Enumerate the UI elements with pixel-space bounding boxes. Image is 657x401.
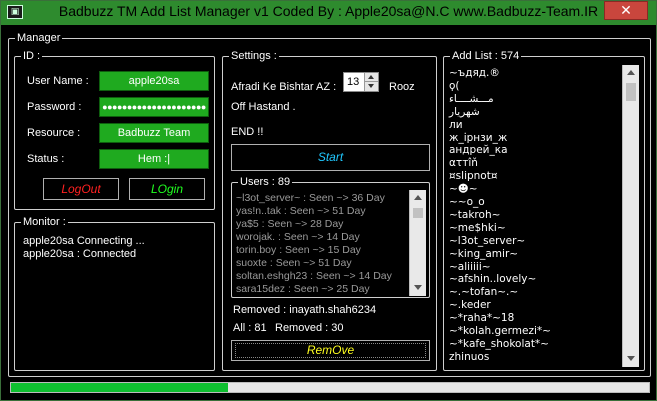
title-bar[interactable]: ▣ Badbuzz TM Add List Manager v1 Coded B…: [1, 1, 656, 25]
afradi-label: Afradi Ke Bishtar AZ :: [231, 81, 337, 93]
status-input[interactable]: Hem :|: [99, 149, 209, 169]
scroll-thumb[interactable]: [626, 83, 636, 101]
app-window: ▣ Badbuzz TM Add List Manager v1 Coded B…: [0, 0, 657, 401]
user-item[interactable]: ya$5 : Seen ~> 28 Day: [236, 218, 343, 230]
addlist-item[interactable]: ~☻~: [449, 183, 478, 195]
username-label: User Name :: [27, 75, 89, 87]
login-button[interactable]: LOgin: [129, 178, 205, 200]
addlist-item[interactable]: ~~o_o: [449, 196, 485, 208]
monitor-line: apple20sa Connecting ...: [23, 235, 145, 247]
addlist-item[interactable]: андрей_ка: [449, 144, 508, 156]
days-stepper[interactable]: 13: [343, 72, 379, 92]
addlist-item[interactable]: شهريار: [449, 106, 480, 118]
password-input[interactable]: ●●●●●●●●●●●●●●●●●●●●●: [99, 97, 209, 117]
addlist-item[interactable]: ~ъдяд.®: [449, 67, 500, 79]
addlist-legend: Add List : 574: [452, 50, 520, 62]
addlist-item[interactable]: ли: [449, 119, 463, 131]
user-item[interactable]: suoxte : Seen ~> 51 Day: [236, 257, 352, 269]
monitor-line: apple20sa : Connected: [23, 248, 137, 260]
progress-bar: [10, 382, 650, 393]
addlist-item[interactable]: ~*kolah.germezi*~: [449, 325, 551, 337]
users-legend: Users : 89: [240, 176, 291, 188]
addlist-item[interactable]: ¤slipnot¤: [449, 170, 498, 182]
stepper-down-icon[interactable]: [364, 81, 378, 91]
window-title: Badbuzz TM Add List Manager v1 Coded By …: [58, 3, 599, 19]
addlist-item[interactable]: ~.~tofan~.~: [449, 286, 518, 298]
addlist-item[interactable]: ~.keder: [449, 299, 491, 311]
addlist-item[interactable]: مـــشــــاء: [449, 93, 494, 105]
monitor-log: apple20sa Connecting ... apple20sa : Con…: [17, 232, 212, 368]
user-item[interactable]: ~l3ot_server~ : Seen ~> 36 Day: [236, 192, 385, 204]
users-scrollbar[interactable]: [409, 190, 426, 296]
progress-fill: [11, 383, 228, 392]
removed-user-line: Removed : inayath.shah6234: [233, 304, 377, 316]
rooz-label: Rooz: [389, 81, 415, 93]
password-label: Password :: [27, 101, 82, 113]
off-label: Off Hastand .: [231, 101, 296, 113]
addlist-item[interactable]: ϙ(: [449, 80, 460, 92]
addlist-scrollbar[interactable]: [622, 65, 639, 367]
end-label: END !!: [231, 126, 264, 138]
logout-button[interactable]: LogOut: [43, 178, 119, 200]
addlist-item[interactable]: ~*kafe_shokolat*~: [449, 338, 549, 350]
users-list[interactable]: ~l3ot_server~ : Seen ~> 36 Day yas!n..ta…: [233, 190, 428, 296]
addlist-item[interactable]: ж_ірнзи_ж: [449, 132, 507, 144]
addlist-item[interactable]: ~takroh~: [449, 209, 500, 221]
user-item[interactable]: worojak. : Seen ~> 14 Day: [236, 231, 360, 243]
username-input[interactable]: apple20sa: [99, 71, 209, 91]
user-item[interactable]: soltan.eshgh23 : Seen ~> 14 Day: [236, 270, 392, 282]
start-button[interactable]: Start: [231, 144, 430, 171]
add-list[interactable]: ~ъдяд.® ϙ(مـــشــــاء شهريار ли ж_ірнзи_ж анд…: [445, 65, 641, 367]
id-legend: ID :: [23, 50, 41, 62]
monitor-legend: Monitor :: [23, 216, 66, 228]
all-count: All : 81: [233, 322, 267, 334]
status-label: Status :: [27, 153, 65, 165]
user-item[interactable]: sara15dez : Seen ~> 25 Day: [236, 283, 370, 295]
user-item[interactable]: yas!n..tak : Seen ~> 51 Day: [236, 205, 366, 217]
remove-label: RemOve: [306, 343, 355, 357]
addlist-item[interactable]: ~me$hki~: [449, 222, 506, 234]
close-button[interactable]: ✕: [604, 1, 648, 20]
resource-label: Resource :: [27, 127, 81, 139]
scroll-up-icon[interactable]: [410, 190, 426, 206]
remove-button[interactable]: RemOve: [231, 340, 430, 361]
addlist-item[interactable]: ~*raha*~18: [449, 312, 514, 324]
manager-legend: Manager: [17, 32, 61, 44]
scroll-thumb[interactable]: [413, 208, 423, 218]
days-value: 13: [347, 76, 360, 88]
addlist-item[interactable]: ~l3ot_server~: [449, 235, 525, 247]
addlist-item[interactable]: ~afshin..lovely~: [449, 273, 536, 285]
scroll-up-icon[interactable]: [623, 65, 639, 81]
resource-input[interactable]: Badbuzz Team: [99, 123, 209, 143]
user-item[interactable]: torin.boy : Seen ~> 15 Day: [236, 244, 361, 256]
addlist-item[interactable]: ~aliiiii~: [449, 261, 491, 273]
scroll-down-icon[interactable]: [410, 280, 426, 296]
removed-count: Removed : 30: [275, 322, 344, 334]
addlist-item[interactable]: zhinuos: [449, 351, 489, 363]
addlist-item[interactable]: ατтîň: [449, 157, 478, 169]
scroll-down-icon[interactable]: [623, 351, 639, 367]
settings-legend: Settings :: [231, 50, 277, 62]
addlist-item[interactable]: ~king_amir~: [449, 248, 518, 260]
